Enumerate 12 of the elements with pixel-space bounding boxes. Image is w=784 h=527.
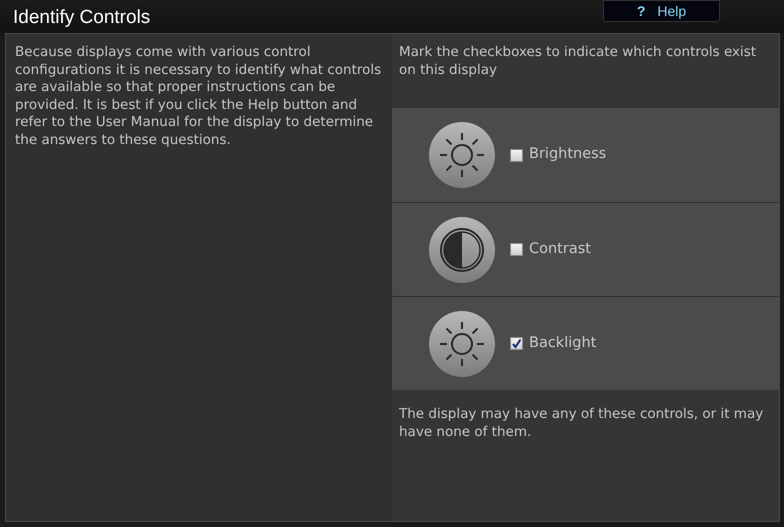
contrast-icon xyxy=(428,216,496,284)
control-checkbox[interactable]: Backlight xyxy=(510,332,596,354)
intro-text: Because displays come with various control configurations it is necessary to identify what controls are available so that proper instructions can be provided. It is best if you click the Help button and refer to the User Manual for the display to determine the answers to these questions. xyxy=(15,44,382,149)
note-text: The display may have any of these controls, or it may have none of them. xyxy=(398,405,764,441)
sun-icon xyxy=(428,121,496,189)
control-checkbox[interactable]: Brightness xyxy=(510,144,606,166)
control-checkbox[interactable]: Contrast xyxy=(510,238,591,260)
window-title: Identify Controls xyxy=(13,6,150,30)
checkmark-icon xyxy=(511,338,522,349)
help-button[interactable]: ? Help xyxy=(603,0,720,22)
sun-icon xyxy=(428,310,496,378)
instruction-text: Mark the checkboxes to indicate which controls exist on this display xyxy=(398,43,758,80)
